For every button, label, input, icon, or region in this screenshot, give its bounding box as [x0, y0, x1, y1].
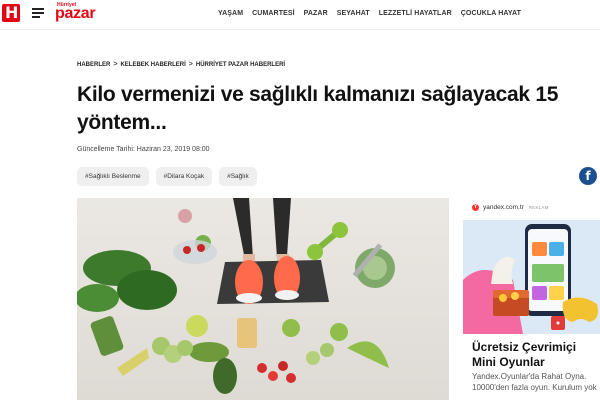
- breadcrumb-separator: >: [113, 61, 118, 68]
- breadcrumb-separator: >: [188, 61, 193, 68]
- ad-domain[interactable]: yandex.com.tr: [483, 204, 524, 211]
- breadcrumb: HABERLER > KELEBEK HABERLERİ > HÜRRİYET …: [77, 61, 285, 68]
- breadcrumb-item-kelebek[interactable]: KELEBEK HABERLERİ: [120, 62, 185, 68]
- nav-item-yasam[interactable]: YAŞAM: [218, 10, 243, 17]
- article-hero-image: [77, 198, 449, 400]
- nav-item-cocukla-hayat[interactable]: ÇOCUKLA HAYAT: [461, 10, 521, 17]
- hurriyet-logo[interactable]: H: [2, 3, 20, 22]
- breadcrumb-item-pazar[interactable]: HÜRRİYET PAZAR HABERLERİ: [196, 62, 285, 68]
- site-header: H Hürriyet pazar YAŞAM CUMARTESİ PAZAR S…: [0, 0, 600, 30]
- main-nav: YAŞAM CUMARTESİ PAZAR SEYAHAT LEZZETLİ H…: [218, 10, 521, 17]
- tag-list: #Sağlıklı Beslenme #Dilara Koçak #Sağlık: [77, 167, 257, 186]
- tag-dilara-kocak[interactable]: #Dilara Koçak: [155, 167, 213, 186]
- tag-saglik[interactable]: #Sağlık: [219, 167, 257, 186]
- nav-item-lezzetli-hayatlar[interactable]: LEZZETLİ HAYATLAR: [379, 10, 452, 17]
- nav-item-pazar[interactable]: PAZAR: [304, 10, 328, 17]
- ad-header: Y yandex.com.tr REKLAM: [472, 204, 549, 211]
- article-date: Güncelleme Tarihi: Haziran 23, 2019 08:0…: [77, 146, 210, 153]
- brand-text: pazar: [55, 5, 96, 22]
- nav-item-cumartesi[interactable]: CUMARTESİ: [252, 10, 295, 17]
- tag-saglikli-beslenme[interactable]: #Sağlıklı Beslenme: [77, 167, 149, 186]
- logo-letter: H: [5, 3, 19, 22]
- menu-icon[interactable]: [32, 8, 44, 18]
- nav-item-seyahat[interactable]: SEYAHAT: [337, 10, 370, 17]
- article-title: Kilo vermenizi ve sağlıklı kalmanızı sağ…: [77, 83, 559, 134]
- ad-label: REKLAM: [528, 205, 549, 210]
- breadcrumb-item-haberler[interactable]: HABERLER: [77, 62, 110, 68]
- ad-description: Yandex.Oyunlar'da Rahat Oyna. 10000'den …: [472, 372, 597, 392]
- games-promo-illustration: [463, 220, 600, 334]
- yandex-icon: Y: [472, 204, 479, 211]
- ad-image[interactable]: [463, 220, 600, 334]
- ad-title[interactable]: Ücretsiz Çevrimiçi Mini Oyunlar: [472, 340, 600, 370]
- healthy-food-scale-illustration: [77, 198, 449, 400]
- sidebar-ad[interactable]: Y yandex.com.tr REKLAM Ücretsiz Çevrimiç…: [463, 198, 600, 400]
- facebook-icon[interactable]: f: [579, 167, 597, 185]
